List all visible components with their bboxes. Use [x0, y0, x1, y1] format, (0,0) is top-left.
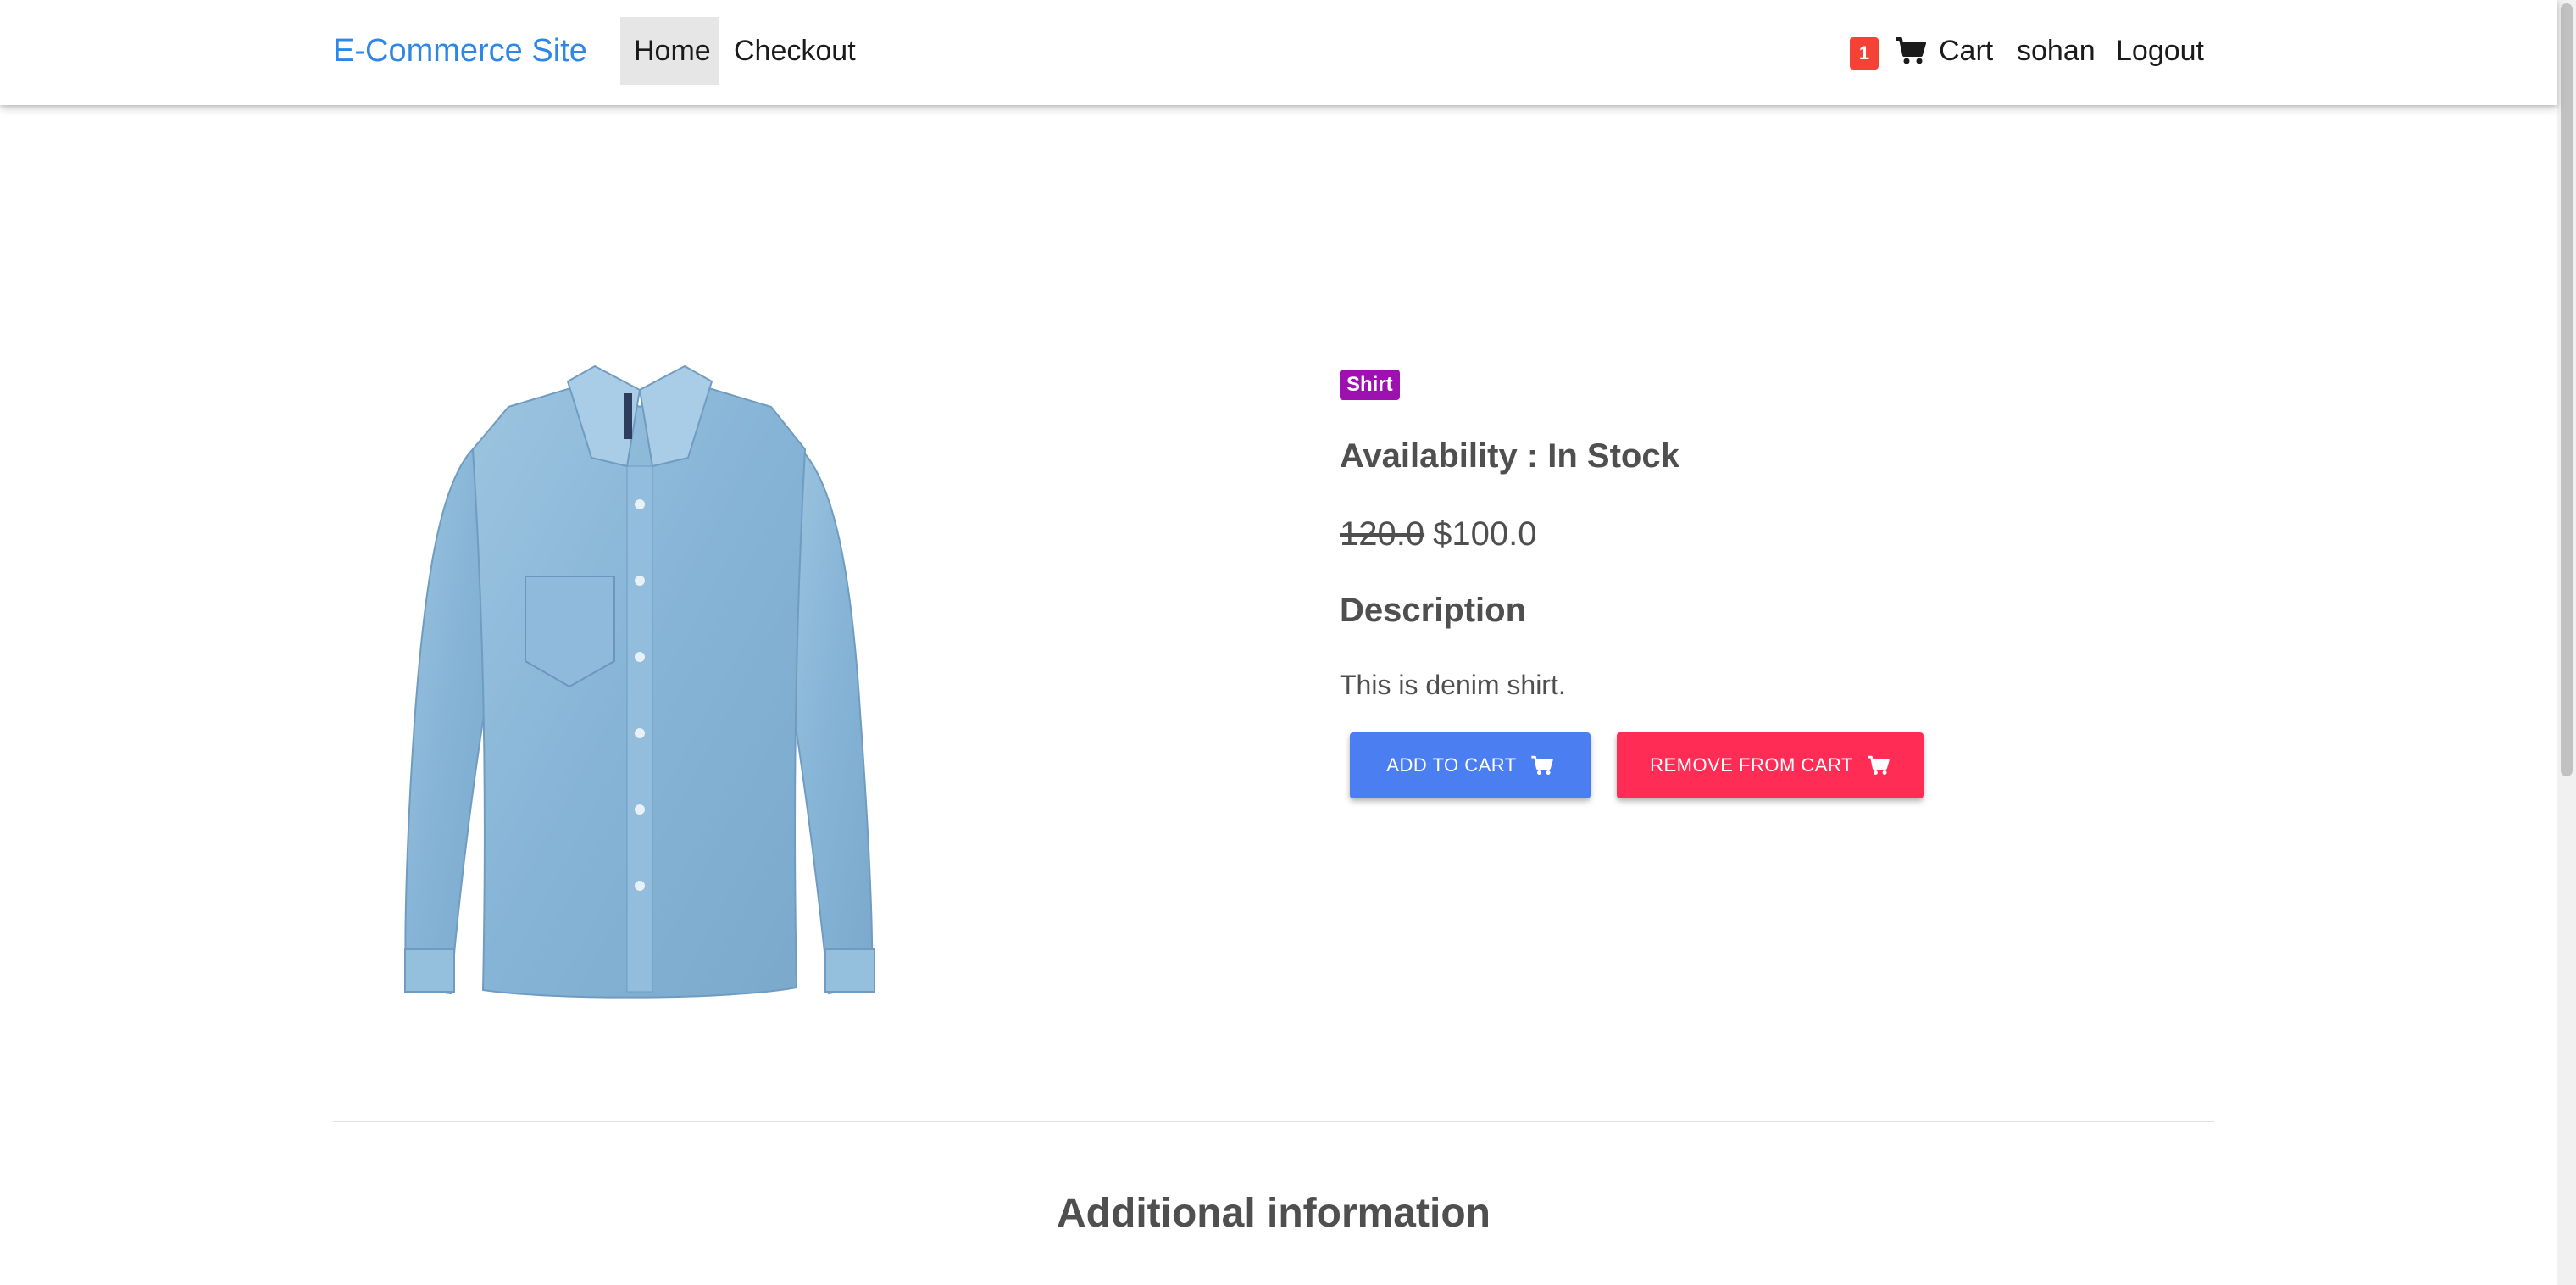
remove-from-cart-button[interactable]: REMOVE FROM CART	[1617, 732, 1924, 798]
shopping-cart-icon	[1868, 755, 1890, 775]
shopping-cart-icon	[1896, 37, 1926, 64]
brand-link[interactable]: E-Commerce Site	[333, 25, 587, 76]
logout-link[interactable]: Logout	[2116, 17, 2204, 85]
denim-shirt-illustration	[404, 364, 875, 999]
top-navbar: E-Commerce Site Home Checkout 1 Cart soh…	[0, 0, 2557, 105]
product-image	[373, 356, 907, 1009]
availability-status: Availability : In Stock	[1340, 437, 1679, 475]
category-badge: Shirt	[1340, 370, 1400, 400]
section-divider	[333, 1121, 2214, 1122]
add-to-cart-label: ADD TO CART	[1386, 754, 1517, 776]
cart-count-badge: 1	[1850, 37, 1879, 70]
description-text: This is denim shirt.	[1340, 670, 1566, 700]
scrollbar-thumb[interactable]	[2561, 3, 2573, 776]
cart-link[interactable]: Cart	[1895, 17, 1993, 85]
additional-information-heading: Additional information	[1057, 1191, 1491, 1236]
description-heading: Description	[1340, 592, 1527, 629]
nav-home-link[interactable]: Home	[620, 17, 719, 85]
user-link[interactable]: sohan	[2017, 17, 2096, 85]
add-to-cart-button[interactable]: ADD TO CART	[1350, 732, 1591, 798]
nav-checkout-link[interactable]: Checkout	[720, 17, 869, 85]
current-price: $100.0	[1433, 515, 1537, 553]
price: 120.0 $100.0	[1340, 509, 1536, 559]
old-price: 120.0	[1340, 515, 1425, 553]
shopping-cart-icon	[1530, 755, 1553, 775]
cart-label: Cart	[1939, 34, 1994, 67]
remove-from-cart-label: REMOVE FROM CART	[1650, 754, 1853, 776]
